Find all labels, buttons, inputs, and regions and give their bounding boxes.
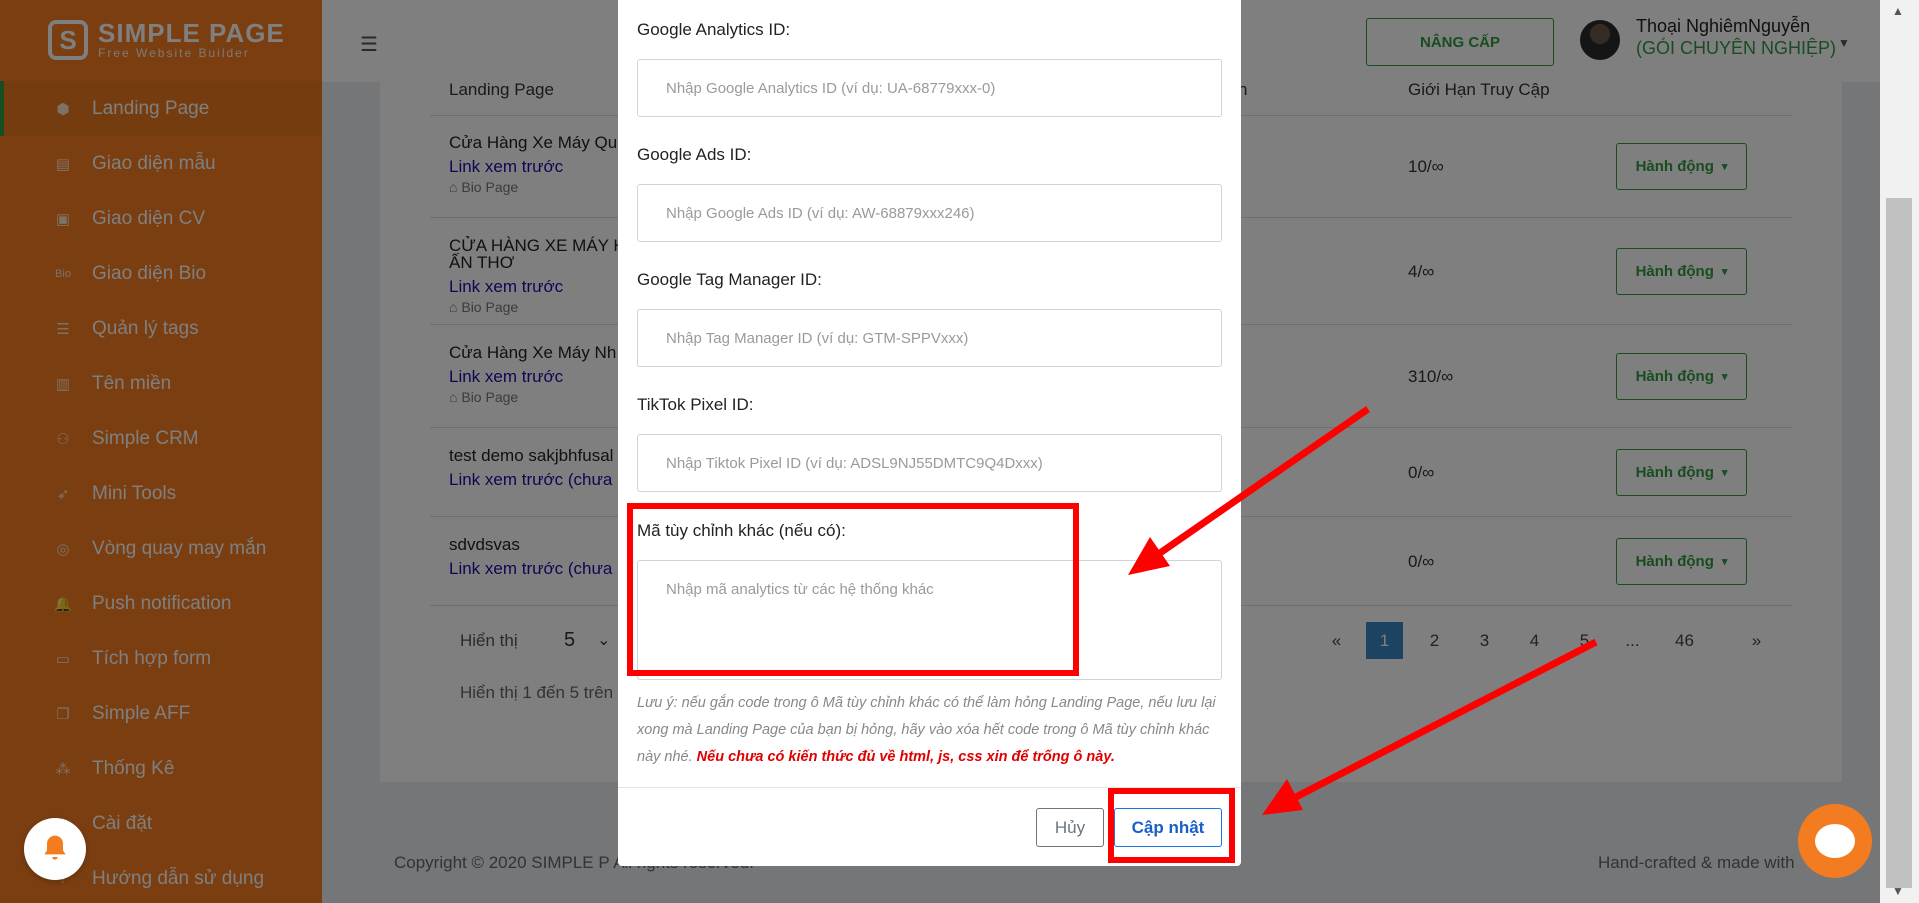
scroll-down-icon[interactable]: ▼ (1892, 884, 1904, 898)
ga-input[interactable]: Nhập Google Analytics ID (ví dụ: UA-6877… (637, 59, 1222, 117)
scroll-up-icon[interactable]: ▲ (1892, 4, 1904, 18)
note-warning: Nếu chưa có kiến thức đủ về html, js, cs… (696, 749, 1115, 765)
ga-label: Google Analytics ID: (637, 20, 791, 39)
gtm-label: Google Tag Manager ID: (637, 270, 822, 289)
annotation-box-custom-code (627, 503, 1079, 676)
chat-widget-button[interactable] (1798, 804, 1872, 878)
scrollbar-thumb[interactable] (1886, 198, 1912, 888)
gtm-input[interactable]: Nhập Tag Manager ID (ví dụ: GTM-SPPVxxx) (637, 309, 1222, 367)
chat-icon (1815, 824, 1855, 858)
bell-icon (44, 835, 66, 860)
cancel-button[interactable]: Hủy (1036, 808, 1104, 847)
tracking-settings-modal: Google Analytics ID: Nhập Google Analyti… (618, 0, 1241, 866)
annotation-box-update-button (1108, 788, 1235, 863)
notification-bell-button[interactable] (24, 818, 86, 880)
scrollbar[interactable]: ▲ ▼ (1880, 0, 1919, 903)
tiktok-input[interactable]: Nhập Tiktok Pixel ID (ví dụ: ADSL9NJ55DM… (637, 434, 1222, 492)
ads-input[interactable]: Nhập Google Ads ID (ví dụ: AW-68879xxx24… (637, 184, 1222, 242)
custom-code-note: Lưu ý: nếu gắn code trong ô Mã tùy chỉnh… (637, 690, 1222, 771)
ads-label: Google Ads ID: (637, 145, 752, 164)
tiktok-label: TikTok Pixel ID: (637, 395, 754, 414)
